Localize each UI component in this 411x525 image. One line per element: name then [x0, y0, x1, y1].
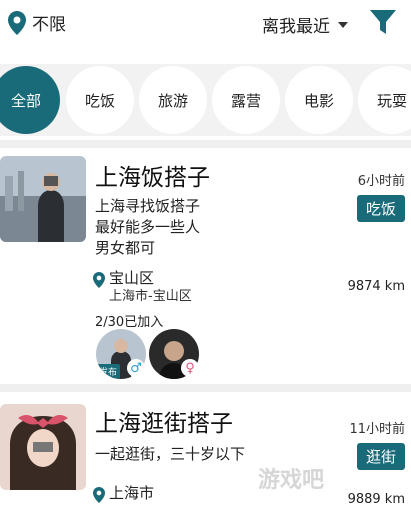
post-address: 上海市: [93, 484, 154, 503]
post-distance: 9874 km: [347, 279, 405, 294]
post-distance: 9889 km: [347, 492, 405, 507]
post-time: 11小时前: [349, 422, 405, 437]
post-title: 上海饭搭子: [95, 165, 210, 191]
category-chip-camping[interactable]: 露营: [212, 66, 280, 134]
filter-icon[interactable]: [369, 9, 397, 35]
post-title: 上海逛街搭子: [95, 411, 233, 437]
chevron-down-icon: [338, 21, 348, 28]
location-pin-icon: [8, 10, 26, 35]
category-chip-movie[interactable]: 电影: [285, 66, 353, 134]
category-chip-play[interactable]: 玩耍: [358, 66, 411, 134]
post-description: 上海寻找饭搭子 最好能多一些人 男女都可: [95, 197, 201, 257]
category-bar: 全部 吃饭 旅游 露营 电影 玩耍: [0, 64, 411, 136]
publisher-badge: 发布: [96, 364, 121, 379]
location-filter[interactable]: 不限: [8, 10, 66, 35]
post-tag[interactable]: 逛街: [357, 443, 405, 470]
post-address: 宝山区 上海市-宝山区: [93, 269, 192, 305]
category-chip-eat[interactable]: 吃饭: [66, 66, 134, 134]
address-sub: 上海市-宝山区: [109, 289, 192, 304]
sort-label: 离我最近: [262, 17, 330, 37]
location-pin-icon: [93, 272, 105, 288]
category-chip-all[interactable]: 全部: [0, 66, 60, 134]
post-tag[interactable]: 吃饭: [357, 195, 405, 222]
watermark: 游戏吧: [258, 468, 325, 493]
post-thumbnail: [0, 404, 86, 490]
post-card[interactable]: 上海逛街搭子 11小时前 逛街 一起逛街，三十岁以下 上海市 9889 km: [0, 392, 411, 525]
address-main: 上海市: [109, 484, 155, 502]
post-card[interactable]: 上海饭搭子 6小时前 吃饭 上海寻找饭搭子 最好能多一些人 男女都可 宝山区 上…: [0, 148, 411, 383]
category-chip-travel[interactable]: 旅游: [139, 66, 207, 134]
sort-dropdown[interactable]: 离我最近: [262, 12, 348, 37]
divider: [0, 140, 411, 148]
top-bar: 不限 离我最近: [0, 0, 411, 46]
divider: [0, 384, 411, 392]
post-description: 一起逛街，三十岁以下: [95, 445, 246, 463]
post-thumbnail: [0, 156, 86, 242]
male-icon: ♂: [127, 359, 145, 377]
address-main: 宝山区: [109, 269, 155, 287]
female-icon: ♀: [181, 359, 199, 377]
location-pin-icon: [93, 487, 105, 503]
post-time: 6小时前: [357, 174, 405, 189]
location-label: 不限: [32, 15, 66, 35]
joined-count: 2/30已加入: [95, 315, 164, 330]
